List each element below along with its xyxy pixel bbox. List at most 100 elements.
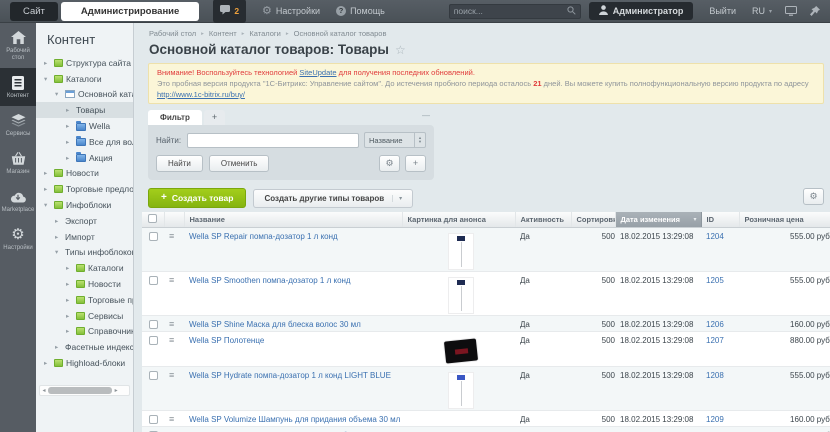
scroll-right-icon[interactable]: ▸: [112, 387, 120, 394]
tree-item[interactable]: ▸Сервисы: [36, 308, 133, 324]
filter-field-select[interactable]: Название ▴▾: [364, 132, 426, 148]
column-date-sorted[interactable]: Дата изменения▾: [615, 212, 701, 227]
product-id-link[interactable]: 1204: [706, 232, 724, 241]
create-other-types-button[interactable]: Создать другие типы товаров▾: [253, 189, 413, 208]
breadcrumb-link[interactable]: Основной каталог товаров: [294, 29, 387, 38]
scroll-left-icon[interactable]: ◂: [40, 387, 48, 394]
row-checkbox[interactable]: [149, 232, 158, 241]
tree-item[interactable]: ▸Акция: [36, 150, 133, 166]
product-name-link[interactable]: Wella SP Shine Маска для блеска волос 30…: [189, 320, 361, 329]
site-tab[interactable]: Сайт: [10, 2, 58, 21]
tree-item[interactable]: ▸Структура сайта: [36, 55, 133, 71]
filter-find-input[interactable]: [187, 133, 359, 148]
product-name-link[interactable]: Wella SP Smoothen помпа-дозатор 1 л конд: [189, 276, 351, 285]
display-icon[interactable]: [785, 6, 797, 16]
row-menu-icon[interactable]: ≡: [169, 336, 174, 344]
product-id-link[interactable]: 1205: [706, 276, 724, 285]
row-checkbox[interactable]: [149, 320, 158, 329]
scrollbar-thumb[interactable]: [48, 387, 112, 394]
breadcrumb-link[interactable]: Каталоги: [249, 29, 280, 38]
chevron-right-icon[interactable]: ▸: [55, 217, 62, 225]
tree-item[interactable]: ▸Новости: [36, 276, 133, 292]
column-price[interactable]: Розничная цена: [739, 212, 830, 227]
row-menu-icon[interactable]: ≡: [169, 415, 174, 423]
chevron-right-icon[interactable]: ▸: [66, 106, 73, 114]
chevron-right-icon[interactable]: ▸: [66, 312, 73, 320]
buy-link[interactable]: http://www.1c-bitrix.ru/buy/: [157, 90, 245, 99]
product-id-link[interactable]: 1207: [706, 336, 724, 345]
tree-item[interactable]: ▸Фасетные индексы: [36, 339, 133, 355]
row-menu-icon[interactable]: ≡: [169, 371, 174, 379]
chevron-right-icon[interactable]: ▸: [66, 264, 73, 272]
product-image[interactable]: [448, 233, 474, 270]
rail-item-desktop[interactable]: Рабочий стол: [0, 23, 36, 68]
tree-item[interactable]: ▸Wella: [36, 118, 133, 134]
tree-item[interactable]: ▸Highload-блоки: [36, 355, 133, 371]
row-menu-icon[interactable]: ≡: [169, 320, 174, 328]
rail-item-settings[interactable]: ⚙Настройки: [0, 220, 36, 258]
filter-cancel-button[interactable]: Отменить: [209, 155, 270, 172]
breadcrumb-link[interactable]: Контент: [209, 29, 237, 38]
tree-item[interactable]: ▾Основной каталог това: [36, 87, 133, 103]
row-checkbox[interactable]: [149, 276, 158, 285]
column-active[interactable]: Активность: [515, 212, 571, 227]
breadcrumb-link[interactable]: Рабочий стол: [149, 29, 196, 38]
product-name-link[interactable]: Wella SP Hydrate помпа-дозатор 1 л конд …: [189, 371, 391, 380]
tree-item[interactable]: ▸Торговые предложе: [36, 292, 133, 308]
tree-item[interactable]: ▸Справочники: [36, 324, 133, 340]
product-image[interactable]: [448, 277, 474, 314]
chevron-down-icon[interactable]: ▾: [55, 248, 62, 256]
tree-item[interactable]: ▸Импорт: [36, 229, 133, 245]
language-selector[interactable]: RU▾: [752, 6, 772, 16]
help-menu[interactable]: ? Помощь: [336, 6, 385, 16]
product-name-link[interactable]: Wella SP Repair помпа-дозатор 1 л конд: [189, 232, 338, 241]
pin-icon[interactable]: [810, 6, 820, 16]
tree-item[interactable]: ▾Каталоги: [36, 71, 133, 87]
tree-item[interactable]: ▸Товары: [36, 102, 133, 118]
logout-link[interactable]: Выйти: [709, 6, 736, 16]
product-image[interactable]: [443, 337, 479, 364]
product-image[interactable]: [448, 372, 474, 409]
product-name-link[interactable]: Wella SP Volumize Шампунь для придания о…: [189, 415, 400, 424]
rail-item-marketplace[interactable]: Marketplace: [0, 182, 36, 220]
tree-item[interactable]: ▸Торговые предложения: [36, 181, 133, 197]
row-menu-icon[interactable]: ≡: [169, 232, 174, 240]
tree-item[interactable]: ▸Новости: [36, 166, 133, 182]
product-id-link[interactable]: 1206: [706, 320, 724, 329]
chevron-right-icon[interactable]: ▸: [66, 280, 73, 288]
tree-item[interactable]: ▾Типы инфоблоков: [36, 245, 133, 261]
favorite-star-icon[interactable]: ☆: [395, 43, 406, 57]
grid-settings-button[interactable]: ⚙: [803, 188, 824, 205]
notifications-button[interactable]: 2: [213, 0, 246, 23]
user-button[interactable]: Администратор: [589, 2, 694, 20]
rail-item-content[interactable]: Контент: [0, 68, 36, 106]
filter-add-field-button[interactable]: +: [405, 155, 426, 172]
chevron-right-icon[interactable]: ▸: [55, 343, 62, 351]
admin-tab[interactable]: Администрирование: [61, 2, 199, 21]
sidebar-scrollbar[interactable]: ◂ ▸: [39, 385, 130, 396]
search-input[interactable]: [454, 6, 567, 16]
column-id[interactable]: ID: [701, 212, 739, 227]
product-id-link[interactable]: 1208: [706, 371, 724, 380]
row-checkbox[interactable]: [149, 336, 158, 345]
column-sort[interactable]: Сортировка: [571, 212, 615, 227]
chevron-right-icon[interactable]: ▸: [44, 185, 51, 193]
row-menu-icon[interactable]: ≡: [169, 276, 174, 284]
chevron-right-icon[interactable]: ▸: [66, 327, 73, 335]
tree-item[interactable]: ▸Все для волос: [36, 134, 133, 150]
tree-item[interactable]: ▸Экспорт: [36, 213, 133, 229]
settings-menu[interactable]: ⚙ Настройки: [262, 6, 320, 16]
row-checkbox[interactable]: [149, 415, 158, 424]
siteupdate-link[interactable]: SiteUpdate: [299, 68, 336, 77]
row-checkbox[interactable]: [149, 371, 158, 380]
filter-settings-button[interactable]: ⚙: [379, 155, 400, 172]
create-product-button[interactable]: +Создать товар: [148, 188, 246, 208]
chevron-right-icon[interactable]: ▸: [44, 59, 51, 67]
rail-item-shop[interactable]: Магазин: [0, 144, 36, 182]
select-all-checkbox[interactable]: [148, 214, 157, 223]
chevron-right-icon[interactable]: ▸: [66, 122, 73, 130]
rail-item-services[interactable]: Сервисы: [0, 106, 36, 144]
add-filter-tab[interactable]: +: [204, 110, 225, 125]
chevron-right-icon[interactable]: ▸: [44, 359, 51, 367]
chevron-right-icon[interactable]: ▸: [44, 169, 51, 177]
